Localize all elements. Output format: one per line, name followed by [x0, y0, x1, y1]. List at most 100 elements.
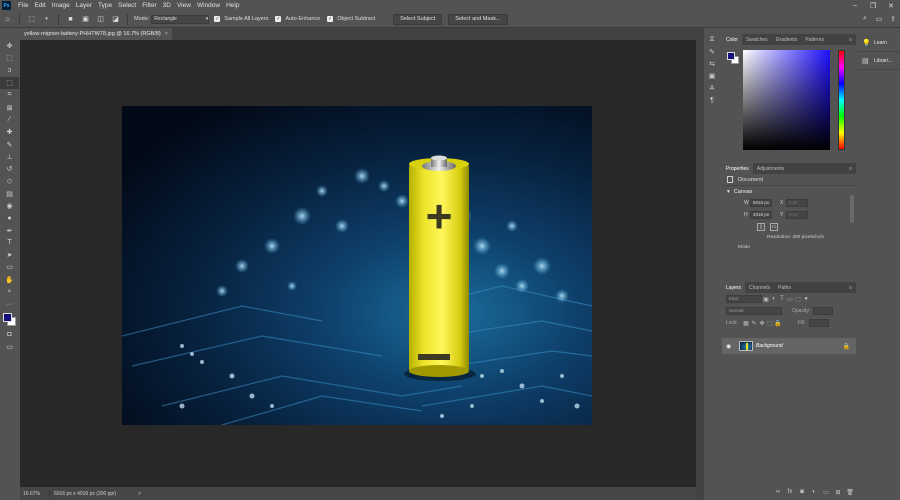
- fill-field[interactable]: [808, 319, 829, 327]
- menu-image[interactable]: Image: [49, 2, 73, 9]
- learn-item[interactable]: 💡 Learn: [858, 34, 900, 52]
- blur-tool-icon[interactable]: ◉: [0, 200, 19, 212]
- fx-icon[interactable]: fx: [784, 489, 796, 495]
- libraries-item[interactable]: ▤ Librari...: [858, 52, 900, 70]
- type-filter-icon[interactable]: T: [778, 296, 786, 302]
- object-subtract-checkbox[interactable]: ✓: [327, 16, 334, 22]
- menu-window[interactable]: Window: [194, 2, 223, 9]
- crop-tool-icon[interactable]: ⌗: [0, 89, 19, 101]
- menu-edit[interactable]: Edit: [31, 2, 48, 9]
- workspace-icon[interactable]: ▭: [872, 15, 886, 23]
- panel-menu-icon[interactable]: ≡: [845, 282, 856, 293]
- menu-type[interactable]: Type: [95, 2, 115, 9]
- kind-filter[interactable]: Kind: [726, 295, 762, 303]
- menu-filter[interactable]: Filter: [139, 2, 159, 9]
- menu-select[interactable]: Select: [115, 2, 139, 9]
- properties-scrollbar[interactable]: [850, 195, 854, 223]
- marquee-tool-icon[interactable]: ⬚: [0, 52, 19, 64]
- width-field[interactable]: 6016 px: [750, 199, 772, 207]
- adjust-filter-icon[interactable]: ◐: [770, 296, 778, 302]
- menu-3d[interactable]: 3D: [160, 2, 174, 9]
- object-selection-tool-icon[interactable]: ⬚: [0, 76, 19, 90]
- landscape-icon[interactable]: ▭: [770, 223, 778, 231]
- share-icon[interactable]: ⇪: [886, 15, 900, 23]
- y-field[interactable]: 0 px: [786, 211, 808, 219]
- history-icon[interactable]: ⧖: [704, 34, 720, 46]
- character-icon[interactable]: A: [704, 82, 720, 94]
- brush-tool-icon[interactable]: ✎: [0, 138, 19, 150]
- color-swatches[interactable]: [0, 311, 19, 329]
- new-layer-icon[interactable]: ⊞: [832, 489, 844, 496]
- panel-menu-icon[interactable]: ≡: [845, 163, 856, 174]
- zoom-tool-icon[interactable]: ⌕: [0, 286, 19, 298]
- lock-artboard-icon[interactable]: ⬚: [766, 320, 774, 327]
- eye-icon[interactable]: ◉: [726, 343, 734, 350]
- eyedropper-tool-icon[interactable]: ⁄: [0, 114, 19, 126]
- tab-channels[interactable]: Channels: [745, 282, 774, 293]
- tab-paths[interactable]: Paths: [774, 282, 795, 293]
- tab-adjustments[interactable]: Adjustments: [753, 163, 789, 174]
- new-selection-icon[interactable]: ■: [65, 14, 76, 25]
- close-icon[interactable]: ×: [165, 31, 168, 37]
- blend-mode-select[interactable]: Normal: [726, 307, 782, 315]
- stamp-tool-icon[interactable]: ⊥: [0, 151, 19, 163]
- more-tools-icon[interactable]: ···: [0, 298, 19, 310]
- history-brush-icon[interactable]: ↺: [0, 163, 19, 175]
- lock-all-icon[interactable]: 🔒: [774, 320, 782, 327]
- color-field[interactable]: [743, 50, 830, 150]
- document-tab[interactable]: yellow-mignon-battery-PHHTW78.jpg @ 16.7…: [20, 28, 172, 40]
- canvas-section-header[interactable]: ▾ Canvas: [722, 186, 856, 197]
- foreground-color-swatch[interactable]: [3, 312, 12, 322]
- menu-help[interactable]: Help: [223, 2, 242, 9]
- height-field[interactable]: 4016 px: [750, 211, 772, 219]
- link-icon[interactable]: ∞: [772, 489, 784, 495]
- status-menu-arrow[interactable]: >: [138, 491, 141, 497]
- object-selection-tool-icon[interactable]: ⬚: [26, 14, 37, 25]
- intersect-selection-icon[interactable]: ◪: [110, 14, 121, 25]
- lock-move-icon[interactable]: ✥: [758, 320, 766, 327]
- panel-menu-icon[interactable]: ≡: [845, 34, 856, 45]
- tab-patterns[interactable]: Patterns: [801, 34, 828, 45]
- subtract-selection-icon[interactable]: ◫: [95, 14, 106, 25]
- eraser-tool-icon[interactable]: ◇: [0, 175, 19, 187]
- path-selection-icon[interactable]: ➤: [0, 249, 19, 261]
- minimize-icon[interactable]: –: [846, 2, 864, 10]
- lock-brush-icon[interactable]: ✎: [750, 320, 758, 327]
- healing-brush-icon[interactable]: ✚: [0, 126, 19, 138]
- mode-select[interactable]: Rectangle ▾: [151, 14, 210, 24]
- sample-all-layers-checkbox[interactable]: ✓: [214, 16, 221, 22]
- filter-toggle-icon[interactable]: ●: [802, 296, 810, 302]
- mask-icon[interactable]: ◙: [796, 489, 808, 495]
- trash-icon[interactable]: 🗑: [844, 489, 856, 496]
- brush-settings-icon[interactable]: ✎: [704, 46, 720, 58]
- portrait-icon[interactable]: ▯: [757, 223, 765, 231]
- swatch-mini-icon[interactable]: ▣: [704, 70, 720, 82]
- move-tool-icon[interactable]: ✥: [0, 40, 19, 52]
- type-tool-icon[interactable]: T: [0, 237, 19, 249]
- menu-view[interactable]: View: [174, 2, 194, 9]
- tab-color[interactable]: Color: [722, 34, 742, 45]
- screen-mode-icon[interactable]: ▭: [0, 341, 19, 353]
- dodge-tool-icon[interactable]: ●: [0, 212, 19, 224]
- lasso-tool-icon[interactable]: ↄ: [0, 65, 19, 77]
- select-subject-button[interactable]: Select Subject: [393, 13, 443, 25]
- chevron-down-icon[interactable]: ▾: [41, 14, 52, 25]
- home-icon[interactable]: ⌂: [2, 14, 13, 25]
- adjustment-layer-icon[interactable]: ◐: [808, 489, 820, 495]
- auto-enhance-checkbox[interactable]: ✓: [275, 16, 282, 22]
- smart-filter-icon[interactable]: ⬚: [794, 296, 802, 303]
- restore-icon[interactable]: ❐: [864, 2, 882, 10]
- tab-layers[interactable]: Layers: [722, 282, 746, 293]
- select-and-mask-button[interactable]: Select and Mask...: [448, 13, 508, 25]
- search-icon[interactable]: ⌕: [858, 15, 872, 23]
- pen-tool-icon[interactable]: ✒: [0, 224, 19, 236]
- shape-tool-icon[interactable]: ▭: [0, 261, 19, 273]
- menu-layer[interactable]: Layer: [73, 2, 95, 9]
- hand-tool-icon[interactable]: ✋: [0, 274, 19, 286]
- hue-slider[interactable]: [838, 50, 845, 150]
- tab-gradients[interactable]: Gradients: [772, 34, 802, 45]
- document-image[interactable]: +: [122, 106, 592, 425]
- paragraph-icon[interactable]: ¶: [704, 94, 720, 106]
- menu-file[interactable]: File: [15, 2, 31, 9]
- x-field[interactable]: 0 px: [786, 199, 808, 207]
